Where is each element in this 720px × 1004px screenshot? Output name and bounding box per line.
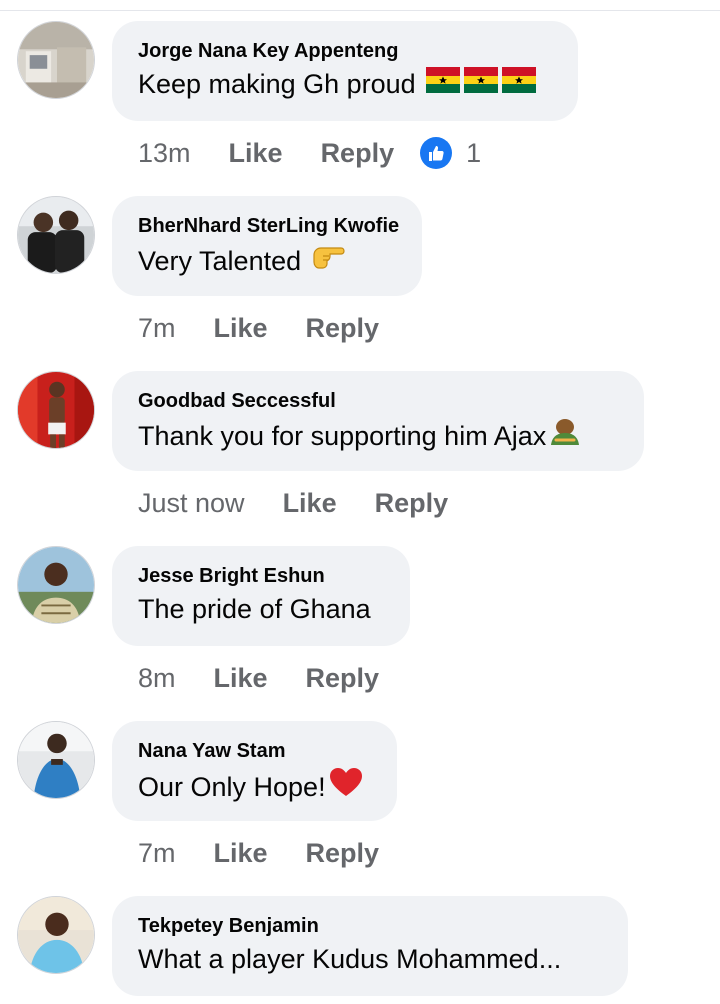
comment-item: Tekpetey Benjamin What a player Kudus Mo… — [0, 896, 720, 1004]
red-heart-icon — [328, 766, 364, 807]
like-button[interactable]: Like — [283, 488, 337, 519]
comment-actions: Just now Like Reply — [138, 485, 448, 521]
backhand-index-pointing-right-icon — [311, 241, 345, 280]
comment-item: Goodbad Seccessful Thank you for support… — [0, 371, 720, 546]
comment-timestamp[interactable]: 7m — [138, 313, 176, 344]
avatar[interactable] — [17, 371, 95, 449]
comment-timestamp[interactable]: 7m — [138, 838, 176, 869]
reply-button[interactable]: Reply — [306, 313, 380, 344]
comment-text: Our Only Hope! — [138, 766, 371, 807]
comment-bubble: Nana Yaw Stam Our Only Hope! — [112, 721, 397, 821]
like-button[interactable]: Like — [214, 838, 268, 869]
comment-text: Thank you for supporting him Ajax — [138, 416, 618, 455]
avatar[interactable] — [17, 21, 95, 99]
comment-bubble: Goodbad Seccessful Thank you for support… — [112, 371, 644, 471]
comment-timestamp[interactable]: 8m — [138, 663, 176, 694]
ghana-flag-icon — [425, 66, 460, 102]
person-bowing-icon — [548, 416, 582, 455]
comment-text-content: Our Only Hope! — [138, 771, 326, 802]
reply-button[interactable]: Reply — [306, 838, 380, 869]
like-button[interactable]: Like — [214, 313, 268, 344]
comment-text-content: Very Talented — [138, 245, 302, 276]
reply-button[interactable]: Reply — [375, 488, 449, 519]
comment-timestamp[interactable]: Just now — [138, 488, 245, 519]
comment-actions: 7m Like Reply — [138, 835, 379, 871]
reaction-summary[interactable]: 1 — [420, 137, 481, 169]
comment-bubble: Tekpetey Benjamin What a player Kudus Mo… — [112, 896, 628, 996]
comment-author[interactable]: BherNhard SterLing Kwofie — [138, 214, 399, 238]
comment-author[interactable]: Goodbad Seccessful — [138, 389, 618, 413]
comment-text-content: Keep making Gh proud — [138, 69, 416, 99]
thumbs-up-icon — [420, 137, 453, 169]
comment-timestamp[interactable]: 13m — [138, 138, 191, 169]
comment-bubble: Jesse Bright Eshun The pride of Ghana — [112, 546, 410, 646]
comment-item: Nana Yaw Stam Our Only Hope! 7m Like Rep… — [0, 721, 720, 896]
comment-text: Keep making Gh proud — [138, 66, 552, 102]
ghana-flag-icon — [463, 66, 498, 102]
ghana-flag-icon — [501, 66, 536, 102]
avatar[interactable] — [17, 546, 95, 624]
like-button[interactable]: Like — [214, 663, 268, 694]
avatar[interactable] — [17, 896, 95, 974]
comment-text-content: The pride of Ghana — [138, 594, 371, 624]
like-button[interactable]: Like — [229, 138, 283, 169]
comment-text-content: Thank you for supporting him Ajax — [138, 420, 547, 451]
comment-author[interactable]: Nana Yaw Stam — [138, 739, 371, 763]
comment-bubble: Jorge Nana Key Appenteng Keep making Gh … — [112, 21, 578, 121]
comment-text: Very Talented — [138, 241, 396, 280]
comment-item: BherNhard SterLing Kwofie Very Talented … — [0, 196, 720, 371]
comment-item: Jorge Nana Key Appenteng Keep making Gh … — [0, 21, 720, 196]
reaction-count: 1 — [466, 137, 482, 168]
comment-text: What a player Kudus Mohammed... — [138, 941, 602, 977]
comment-bubble: BherNhard SterLing Kwofie Very Talented — [112, 196, 422, 296]
reply-button[interactable]: Reply — [321, 138, 395, 169]
avatar[interactable] — [17, 721, 95, 799]
comment-actions: 7m Like Reply — [138, 310, 379, 346]
avatar[interactable] — [17, 196, 95, 274]
top-divider — [0, 10, 720, 11]
comment-item: Jesse Bright Eshun The pride of Ghana 8m… — [0, 546, 720, 721]
comment-author[interactable]: Jesse Bright Eshun — [138, 564, 384, 588]
reply-button[interactable]: Reply — [306, 663, 380, 694]
comment-author[interactable]: Tekpetey Benjamin — [138, 914, 602, 938]
comment-actions: 8m Like Reply — [138, 660, 379, 696]
comment-text-content: What a player Kudus Mohammed... — [138, 944, 562, 974]
comment-author[interactable]: Jorge Nana Key Appenteng — [138, 39, 552, 63]
comment-text: The pride of Ghana — [138, 591, 384, 627]
comment-actions: 13m Like Reply 1 — [138, 135, 481, 171]
